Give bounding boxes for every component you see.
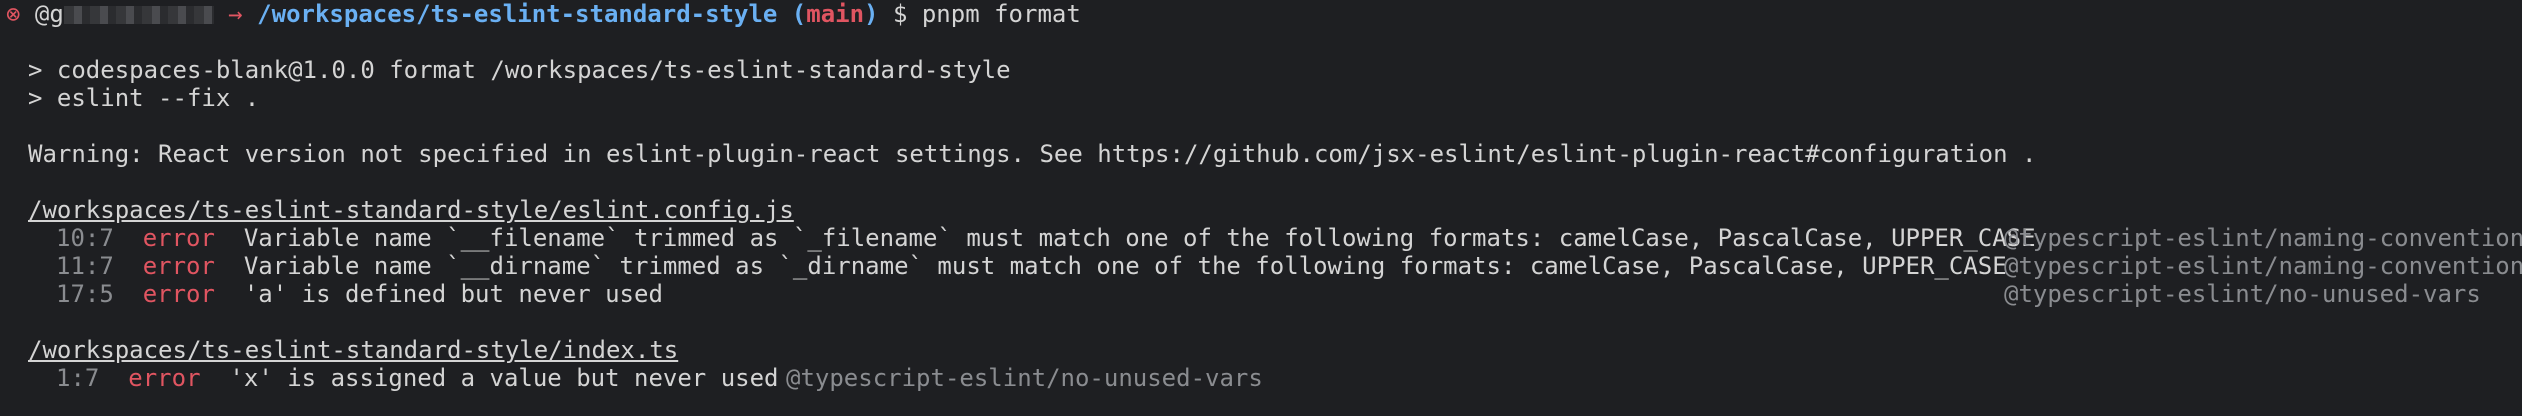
lint-error-row: 17:5 error 'a' is defined but never used xyxy=(56,280,663,308)
lint-error-row: 10:7 error Variable name `__filename` tr… xyxy=(56,224,2036,252)
prompt-dollar: $ xyxy=(892,0,908,28)
prompt-path: /workspaces/ts-eslint-standard-style xyxy=(257,0,778,28)
error-location: 10:7 xyxy=(56,224,114,252)
rule-name: @typescript-eslint/no-unused-vars xyxy=(2004,280,2481,308)
rule-name: @typescript-eslint/naming-convention xyxy=(2004,224,2522,252)
script-echo-line: > eslint --fix . xyxy=(28,84,260,112)
file-path-heading[interactable]: /workspaces/ts-eslint-standard-style/ind… xyxy=(28,336,678,364)
git-branch: main xyxy=(806,0,865,28)
error-level: error xyxy=(142,224,215,252)
redacted-username xyxy=(63,6,214,24)
error-message: Variable name `__dirname` trimmed as `_d… xyxy=(243,252,2007,280)
rule-name: @typescript-eslint/naming-convention xyxy=(2004,252,2522,280)
react-version-warning: Warning: React version not specified in … xyxy=(28,140,2037,168)
error-level: error xyxy=(142,280,215,308)
error-message: 'x' is assigned a value but never used xyxy=(229,364,779,392)
script-echo-line: > codespaces-blank@1.0.0 format /workspa… xyxy=(28,56,1011,84)
terminal[interactable]: ⊗ @g → /workspaces/ts-eslint-standard-st… xyxy=(0,0,2522,416)
error-level: error xyxy=(128,364,201,392)
error-status-icon: ⊗ xyxy=(6,0,21,28)
prompt-user: @g xyxy=(34,0,64,28)
entered-command: pnpm format xyxy=(921,0,1081,28)
file-path-heading[interactable]: /workspaces/ts-eslint-standard-style/esl… xyxy=(28,196,794,224)
rule-name: @typescript-eslint/no-unused-vars xyxy=(786,364,1263,392)
error-location: 17:5 xyxy=(56,280,114,308)
error-location: 1:7 xyxy=(56,364,100,392)
error-message: Variable name `__filename` trimmed as `_… xyxy=(243,224,2036,252)
lint-error-row: 1:7 error 'x' is assigned a value but ne… xyxy=(56,364,779,392)
error-message: 'a' is defined but never used xyxy=(243,280,663,308)
arrow-icon: → xyxy=(228,0,243,28)
lint-error-row: 11:7 error Variable name `__dirname` tri… xyxy=(56,252,2007,280)
error-location: 11:7 xyxy=(56,252,114,280)
prompt-line: ⊗ @g → /workspaces/ts-eslint-standard-st… xyxy=(6,0,1081,28)
error-level: error xyxy=(142,252,215,280)
